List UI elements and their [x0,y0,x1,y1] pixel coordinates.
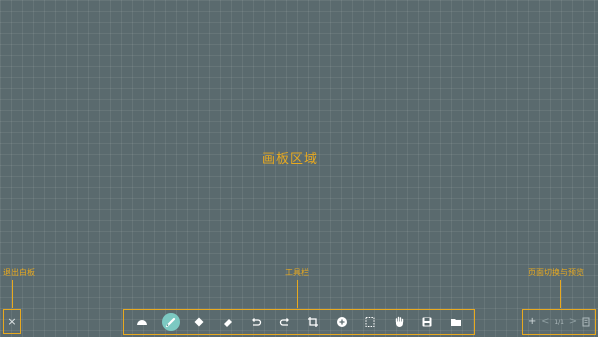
toolbar-label: 工具栏 [285,268,309,277]
save-tool[interactable] [417,312,437,332]
canvas-area-label: 画板区域 [262,152,319,167]
selection-tool[interactable] [360,312,380,332]
save-icon [422,317,432,327]
add-tool[interactable] [332,312,352,332]
dashed-rect-icon [365,317,375,327]
diamond-icon [194,317,204,327]
add-page-button[interactable]: + [528,316,536,328]
folder-icon [450,319,461,326]
toolbar [123,309,475,335]
close-icon: × [7,315,17,328]
preview-icon [582,317,590,327]
page-switcher: + < 1/1 > [522,309,596,335]
eraser-icon [223,319,232,327]
add-circle-icon [336,317,347,327]
exit-whiteboard-label: 退出白板 [3,268,35,277]
prev-page-button[interactable]: < [541,316,549,328]
preview-button[interactable] [582,317,590,327]
page-indicator: 1/1 [554,318,564,326]
next-page-button[interactable]: > [569,316,577,328]
page-switch-label: 页面切换与预览 [528,268,584,277]
toolbar-annotation-line [297,280,298,308]
hemisphere-icon [137,320,147,325]
undo-icon [252,318,262,326]
exit-button[interactable]: × [3,309,21,334]
crop-tool[interactable] [303,312,323,332]
folder-tool[interactable] [446,312,466,332]
select-tool[interactable] [132,312,152,332]
redo-tool[interactable] [275,312,295,332]
pen-icon [165,317,175,328]
eraser-tool[interactable] [218,312,238,332]
exit-annotation-line [12,280,13,308]
hand-tool[interactable] [389,312,409,332]
brush-tool[interactable] [189,312,209,332]
pager-annotation-line [560,280,561,308]
pen-tool[interactable] [161,312,181,332]
undo-tool[interactable] [246,312,266,332]
hand-icon [395,316,403,327]
crop-icon [308,317,319,327]
redo-icon [279,318,289,326]
